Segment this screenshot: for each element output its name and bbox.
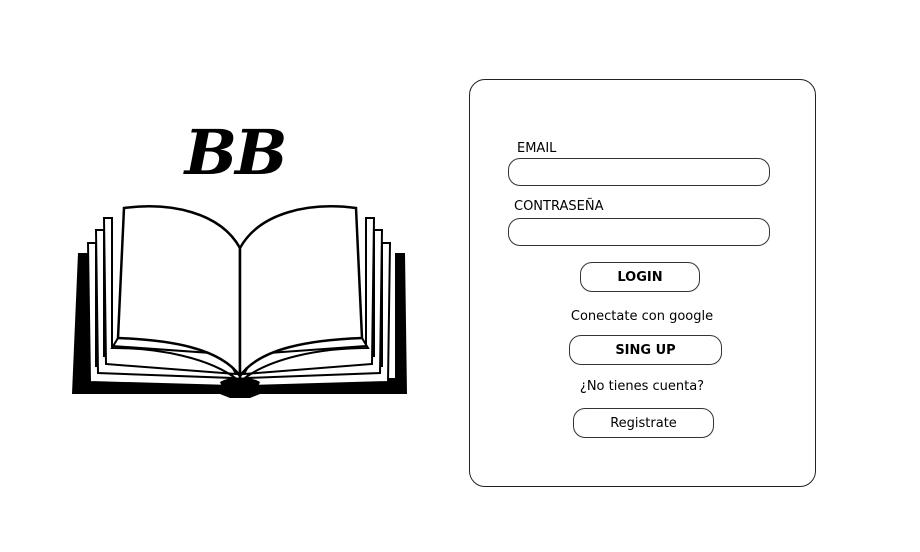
open-book-icon	[72, 205, 407, 398]
email-field[interactable]	[508, 158, 770, 186]
no-account-text: ¿No tienes cuenta?	[579, 379, 705, 394]
login-panel: EMAIL CONTRASEÑA LOGIN Conectate con goo…	[469, 79, 816, 487]
login-button[interactable]: LOGIN	[580, 262, 700, 292]
password-field[interactable]	[508, 218, 770, 246]
register-button[interactable]: Registrate	[573, 408, 714, 438]
password-label: CONTRASEÑA	[514, 199, 604, 214]
email-label: EMAIL	[517, 141, 557, 156]
google-text: Conectate con google	[570, 309, 714, 324]
logo: BB	[60, 120, 420, 410]
signup-button[interactable]: SING UP	[569, 335, 722, 365]
logo-text: BB	[184, 116, 288, 189]
